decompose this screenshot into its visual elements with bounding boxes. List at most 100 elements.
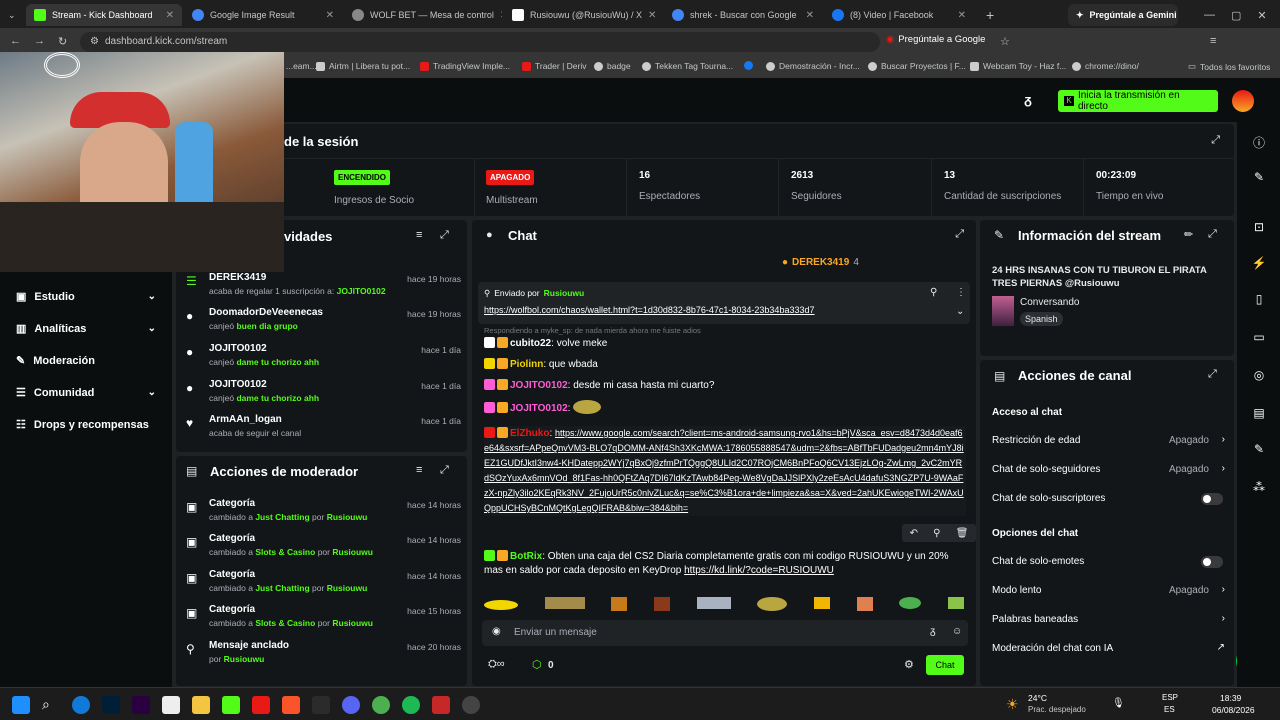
forward-icon[interactable]: → bbox=[34, 35, 45, 47]
document-icon[interactable]: ▯ bbox=[1251, 292, 1267, 308]
mod-action-item[interactable]: ▣ Categoría cambiado a Just Chatting por… bbox=[186, 498, 461, 532]
filter-icon[interactable]: ≡ bbox=[416, 464, 422, 476]
chat-username[interactable]: cubito22 bbox=[510, 338, 551, 349]
edge-icon[interactable] bbox=[72, 696, 90, 714]
emote[interactable] bbox=[696, 597, 731, 609]
expand-icon[interactable]: ⤢ bbox=[1208, 228, 1217, 241]
gemini-button[interactable]: ✦ Pregúntale a Gemini bbox=[1068, 4, 1178, 26]
filter-icon[interactable]: ≡ bbox=[416, 229, 422, 241]
clock-date[interactable]: 06/08/2026 bbox=[1212, 705, 1255, 715]
sidebar-item-analytics[interactable]: ▥ Analíticas ⌄ bbox=[16, 322, 156, 336]
capture-icon[interactable]: ⊡ bbox=[1251, 220, 1267, 236]
translate-icon[interactable]: ᵹ bbox=[930, 626, 936, 637]
app-icon[interactable] bbox=[312, 696, 330, 714]
close-icon[interactable]: ✕ bbox=[806, 10, 814, 21]
voicemod-icon[interactable] bbox=[432, 696, 450, 714]
mic-icon[interactable]: 🎙 bbox=[1112, 698, 1125, 709]
bookmark-item[interactable]: Trader | Deriv bbox=[522, 61, 587, 71]
chevron-down-icon[interactable]: ⌄ bbox=[956, 306, 964, 317]
activity-item[interactable]: ● JOJITO0102 canjeó dame tu chorizo ahh … bbox=[186, 379, 461, 413]
reply-icon[interactable]: ↶ bbox=[910, 528, 918, 539]
bookmark-item[interactable]: Webcam Toy - Haz f... bbox=[970, 61, 1066, 71]
top-gifter[interactable]: ● DEREK3419 4 bbox=[782, 257, 859, 268]
emote[interactable] bbox=[573, 400, 602, 414]
emote[interactable] bbox=[856, 597, 873, 611]
address-bar[interactable]: ⚙ dashboard.kick.com/stream bbox=[80, 32, 880, 52]
chat-settings-icon[interactable]: ⛭∞ bbox=[488, 658, 505, 671]
slow-mode-setting[interactable]: Modo lento Apagado › bbox=[992, 584, 1225, 596]
chat-message[interactable]: ElZhuko: https://www.google.com/search?c… bbox=[484, 426, 966, 516]
sidebar-item-moderation[interactable]: ✎ Moderación bbox=[16, 354, 156, 368]
broadcast-icon[interactable]: ◎ bbox=[1251, 368, 1267, 384]
discord-icon[interactable] bbox=[342, 696, 360, 714]
new-tab-button[interactable]: + bbox=[978, 4, 998, 26]
activity-item[interactable]: ☰ DEREK3419 acaba de regalar 1 suscripci… bbox=[186, 272, 461, 306]
subs-only-setting[interactable]: Chat de solo-suscriptores bbox=[992, 493, 1225, 505]
expand-icon[interactable]: ⤢ bbox=[1211, 134, 1220, 147]
pin-icon[interactable]: ⚲ bbox=[933, 528, 940, 539]
close-icon[interactable]: ✕ bbox=[958, 10, 966, 21]
photoshop-icon[interactable] bbox=[102, 696, 120, 714]
search-icon[interactable]: ⌕ bbox=[42, 696, 60, 714]
weather-desc[interactable]: Prac. despejado bbox=[1028, 705, 1086, 714]
close-icon[interactable]: ✕ bbox=[166, 10, 174, 21]
emote[interactable] bbox=[484, 600, 518, 610]
expand-icon[interactable]: ⤢ bbox=[955, 228, 964, 241]
activity-item[interactable]: ♥ ArmAAn_logan acaba de seguir el canal … bbox=[186, 414, 461, 448]
chat-message[interactable]: Piolinn: que wbada bbox=[484, 358, 964, 372]
tab-x-profile[interactable]: Rusiouwu (@RusiouWu) / X ✕ bbox=[504, 4, 662, 26]
emotes-only-setting[interactable]: Chat de solo-emotes bbox=[992, 556, 1225, 568]
activity-user[interactable]: DEREK3419 bbox=[209, 272, 266, 283]
emote[interactable] bbox=[611, 597, 628, 611]
activity-user[interactable]: JOJITO0102 bbox=[209, 343, 267, 354]
tasks-icon[interactable]: ▤ bbox=[1251, 406, 1267, 422]
mod-action-item[interactable]: ▣ Categoría cambiado a Just Chatting por… bbox=[186, 569, 461, 603]
activity-item[interactable]: ● DoomadorDeVeeenecas canjeó buen dia gr… bbox=[186, 307, 461, 341]
chat-username[interactable]: BotRix bbox=[510, 551, 542, 562]
avatar[interactable] bbox=[1232, 90, 1254, 112]
emote[interactable] bbox=[813, 597, 830, 609]
obs-icon[interactable] bbox=[462, 696, 480, 714]
windows-start-icon[interactable] bbox=[12, 696, 30, 714]
brave-icon[interactable] bbox=[282, 696, 300, 714]
tab-google-image[interactable]: Google Image Result ✕ bbox=[184, 4, 342, 26]
mod-action-item[interactable]: ▣ Categoría cambiado a Slots & Casino po… bbox=[186, 533, 461, 567]
tab-facebook-video[interactable]: (8) Video | Facebook ✕ bbox=[824, 4, 974, 26]
sidebar-item-studio[interactable]: ▣ Estudio ⌄ bbox=[16, 290, 156, 304]
lang-primary[interactable]: ESP bbox=[1162, 693, 1178, 702]
edit-icon[interactable]: ✎ bbox=[1251, 170, 1267, 186]
kick-app-icon[interactable] bbox=[222, 696, 240, 714]
activity-item[interactable]: ● JOJITO0102 canjeó dame tu chorizo ahh … bbox=[186, 343, 461, 377]
ask-google-button[interactable]: ◉ Pregúntale a Google bbox=[886, 34, 985, 45]
translate-icon[interactable]: ᵹ bbox=[1024, 92, 1032, 107]
chat-message[interactable]: BotRix: Obten una caja del CS2 Diaria co… bbox=[484, 550, 964, 578]
chat-username[interactable]: ElZhuko bbox=[510, 428, 549, 439]
info-icon[interactable]: ⓘ bbox=[1251, 134, 1267, 150]
more-icon[interactable]: ⋮ bbox=[956, 287, 966, 298]
premiere-icon[interactable] bbox=[132, 696, 150, 714]
store-icon[interactable] bbox=[162, 696, 180, 714]
mod-action-item[interactable]: ⚲ Mensaje anclado por Rusiouwu hace 20 h… bbox=[186, 640, 461, 674]
tab-list-button[interactable]: ⌄ bbox=[0, 4, 24, 26]
chat-message[interactable]: JOJITO0102: bbox=[484, 400, 964, 416]
gear-icon[interactable]: ⚙ bbox=[904, 658, 914, 671]
bookmark-item[interactable]: ...eam... bbox=[286, 61, 317, 71]
deriv-icon[interactable] bbox=[252, 696, 270, 714]
chat-icon[interactable]: ▭ bbox=[1251, 330, 1267, 346]
chat-input[interactable]: ◉ Enviar un mensaje ᵹ ☺ bbox=[482, 620, 968, 646]
weather-temp[interactable]: 24°C bbox=[1028, 693, 1047, 703]
emote[interactable] bbox=[757, 597, 788, 611]
emoji-icon[interactable]: ☺ bbox=[952, 626, 962, 637]
back-icon[interactable]: ← bbox=[10, 35, 21, 47]
close-icon[interactable]: ✕ bbox=[500, 10, 502, 21]
bookmark-item[interactable]: Tekken Tag Tourna... bbox=[642, 61, 733, 71]
lang-secondary[interactable]: ES bbox=[1164, 705, 1175, 714]
expand-icon[interactable]: ⤢ bbox=[440, 229, 449, 242]
subs-only-toggle[interactable] bbox=[1201, 493, 1223, 505]
chat-username[interactable]: JOJITO0102 bbox=[510, 380, 568, 391]
wrench-icon[interactable]: ✎ bbox=[1251, 442, 1267, 458]
bookmark-item[interactable]: Demostración - Incr... bbox=[766, 61, 860, 71]
bookmark-star-icon[interactable]: ☆ bbox=[1000, 35, 1010, 48]
file-explorer-icon[interactable] bbox=[192, 696, 210, 714]
community-icon[interactable]: ⁂ bbox=[1251, 480, 1267, 496]
